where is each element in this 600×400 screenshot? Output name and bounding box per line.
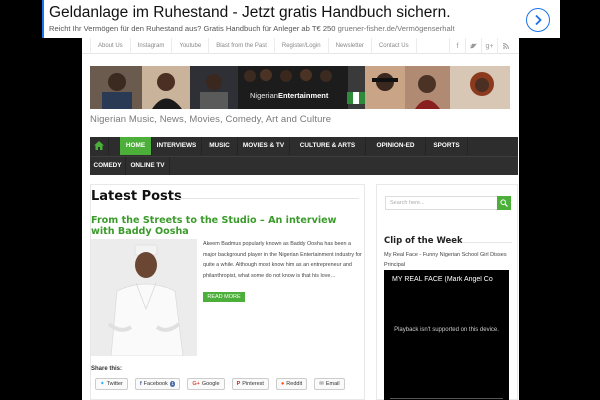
google-plus-icon[interactable]: g+: [481, 38, 497, 54]
share-pinterest-label: Pinterest: [242, 381, 264, 387]
share-email-label: Email: [325, 381, 340, 387]
video-progress-bar[interactable]: [390, 397, 503, 399]
site-tagline: Nigerian Music, News, Movies, Comedy, Ar…: [90, 114, 332, 125]
search-input[interactable]: Search here...: [385, 196, 498, 210]
clip-subtitle[interactable]: My Real Face - Funny Nigerian School Gir…: [384, 250, 514, 270]
clip-heading-divider: [462, 242, 512, 243]
chevron-right-icon: [535, 14, 542, 26]
logo-text-2: Entertainment: [277, 91, 329, 100]
heading-divider: [177, 198, 359, 199]
nav-culture-arts[interactable]: CULTURE & ARTS: [290, 137, 366, 155]
rss-icon[interactable]: [497, 38, 513, 54]
site-logo[interactable]: NigerianEntertainment: [250, 91, 328, 100]
top-bar: About Us Instagram Youtube Blast from th…: [82, 38, 519, 54]
share-twitter-label: Twitter: [106, 381, 123, 387]
main-nav: HOME INTERVIEWS MUSIC MOVIES & TV CULTUR…: [90, 137, 518, 175]
top-links: About Us Instagram Youtube Blast from th…: [90, 38, 417, 54]
post-excerpt: Akeem Badmus popularly known as Baddy Oo…: [203, 241, 362, 279]
ad-description-text: Reicht Ihr Vermögen für den Ruhestand au…: [49, 24, 336, 33]
share-facebook-button[interactable]: f Facebook 1: [134, 378, 181, 390]
clip-of-week-heading: Clip of the Week: [384, 236, 463, 246]
share-buttons: ✦ Twitter f Facebook 1 G+ Google P Pinterest …: [95, 378, 345, 390]
celebrity-collage-image: [90, 66, 510, 109]
share-facebook-label: Facebook: [143, 381, 168, 387]
top-link-contact[interactable]: Contact Us: [372, 38, 417, 54]
facebook-icon[interactable]: f: [449, 38, 465, 54]
header-banner[interactable]: NigerianEntertainment: [90, 66, 510, 109]
site-wrapper: About Us Instagram Youtube Blast from th…: [82, 38, 519, 400]
ad-banner[interactable]: Geldanlage im Ruhestand - Jetzt gratis H…: [42, 0, 560, 38]
sidebar: Search here... Clip of the Week My Real …: [376, 184, 518, 400]
top-link-register[interactable]: Register/Login: [275, 38, 329, 54]
nav-row-2: COMEDY ONLINE TV: [90, 156, 518, 175]
search-icon: [500, 199, 508, 207]
nav-opinion-ed[interactable]: OPINION-ED: [366, 137, 426, 155]
logo-text-1: Nigerian: [250, 91, 278, 100]
share-pinterest-button[interactable]: P Pinterest: [231, 378, 269, 390]
post-thumbnail-image: [91, 239, 197, 356]
read-more-button[interactable]: READ MORE: [203, 292, 245, 302]
share-email-button[interactable]: ✉ Email: [314, 378, 345, 390]
top-link-youtube[interactable]: Youtube: [172, 38, 210, 54]
nav-home[interactable]: HOME: [120, 137, 152, 155]
top-link-newsletter[interactable]: Newsletter: [329, 38, 372, 54]
top-link-instagram[interactable]: Instagram: [131, 38, 173, 54]
ad-arrow-button[interactable]: [526, 8, 550, 32]
ad-description: Reicht Ihr Vermögen für den Ruhestand au…: [49, 24, 455, 33]
nav-music[interactable]: MUSIC: [202, 137, 238, 155]
share-twitter-button[interactable]: ✦ Twitter: [95, 378, 128, 390]
video-title[interactable]: MY REAL FACE (Mark Angel Co: [392, 276, 509, 283]
share-google-button[interactable]: G+ Google: [187, 378, 225, 390]
top-link-about[interactable]: About Us: [90, 38, 131, 54]
nav-home-icon-item[interactable]: [90, 137, 109, 155]
reddit-icon: ●: [280, 381, 285, 387]
social-links: f g+: [449, 38, 513, 54]
share-label: Share this:: [91, 366, 123, 372]
facebook-icon: f: [139, 381, 142, 387]
twitter-icon: ✦: [100, 381, 105, 387]
share-reddit-label: Reddit: [286, 381, 303, 387]
nav-online-tv[interactable]: ONLINE TV: [126, 157, 170, 175]
top-link-blast[interactable]: Blast from the Past: [209, 38, 275, 54]
latest-posts-heading: Latest Posts: [91, 189, 182, 204]
share-facebook-count: 1: [169, 381, 176, 387]
nav-interviews[interactable]: INTERVIEWS: [152, 137, 202, 155]
twitter-icon[interactable]: [465, 38, 481, 54]
post-title[interactable]: From the Streets to the Studio – An inte…: [91, 215, 361, 237]
share-reddit-button[interactable]: ● Reddit: [275, 378, 308, 390]
nav-sports[interactable]: SPORTS: [426, 137, 468, 155]
share-google-label: Google: [201, 381, 220, 387]
video-unsupported-message: Playback isn't supported on this device.: [394, 327, 499, 333]
video-player[interactable]: MY REAL FACE (Mark Angel Co Playback isn…: [384, 270, 509, 400]
pinterest-icon: P: [236, 381, 241, 387]
nav-comedy[interactable]: COMEDY: [90, 157, 126, 175]
main-content: Latest Posts From the Streets to the Stu…: [90, 184, 365, 400]
search-button[interactable]: [497, 196, 511, 210]
ad-title[interactable]: Geldanlage im Ruhestand - Jetzt gratis H…: [49, 4, 451, 22]
post-thumbnail[interactable]: [91, 239, 197, 356]
nav-movies-tv[interactable]: MOVIES & TV: [238, 137, 290, 155]
email-icon: ✉: [319, 381, 324, 387]
google-plus-icon: G+: [192, 381, 200, 387]
home-icon: [94, 141, 104, 150]
ad-url[interactable]: gruener-fisher.de/Vermögenserhalt: [338, 24, 455, 33]
